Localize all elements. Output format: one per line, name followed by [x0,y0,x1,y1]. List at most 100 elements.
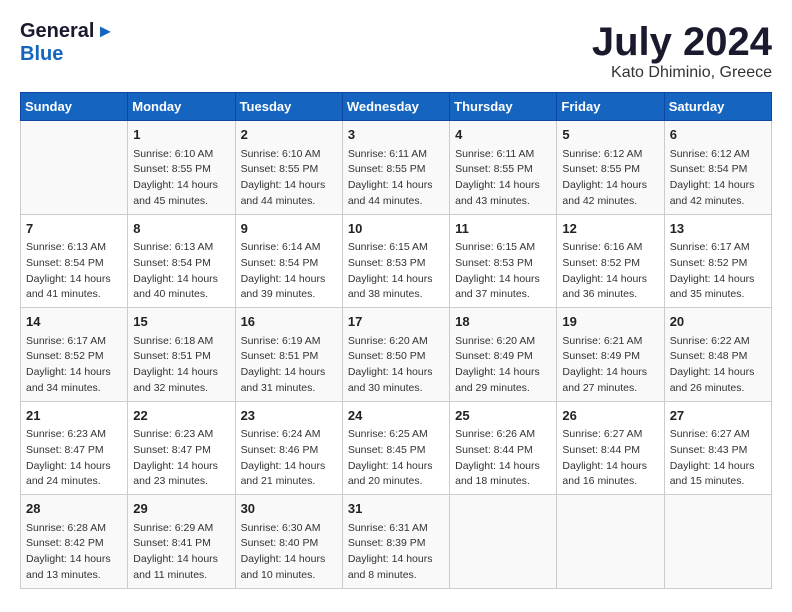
cell-text: Sunrise: 6:29 AM [133,521,229,537]
cell-text: Sunset: 8:52 PM [26,349,122,365]
calendar-cell: 23Sunrise: 6:24 AMSunset: 8:46 PMDayligh… [235,401,342,495]
cell-text: and 20 minutes. [348,474,444,490]
day-number: 13 [670,219,766,239]
cell-text: Sunset: 8:39 PM [348,536,444,552]
day-number: 27 [670,406,766,426]
cell-text: Daylight: 14 hours [348,272,444,288]
calendar-cell: 7Sunrise: 6:13 AMSunset: 8:54 PMDaylight… [21,214,128,308]
logo-general-text: General [20,20,94,43]
header-day-saturday: Saturday [664,93,771,121]
cell-text: and 44 minutes. [348,194,444,210]
cell-text: Sunrise: 6:28 AM [26,521,122,537]
cell-text: and 43 minutes. [455,194,551,210]
calendar-cell: 8Sunrise: 6:13 AMSunset: 8:54 PMDaylight… [128,214,235,308]
cell-text: and 40 minutes. [133,287,229,303]
day-number: 11 [455,219,551,239]
cell-text: Daylight: 14 hours [133,272,229,288]
cell-text: Daylight: 14 hours [455,459,551,475]
day-number: 23 [241,406,337,426]
calendar-cell [450,495,557,589]
cell-text: Sunset: 8:52 PM [562,256,658,272]
cell-text: and 32 minutes. [133,381,229,397]
cell-text: Daylight: 14 hours [133,552,229,568]
cell-text: Sunset: 8:51 PM [241,349,337,365]
cell-text: Sunset: 8:54 PM [241,256,337,272]
calendar-cell: 16Sunrise: 6:19 AMSunset: 8:51 PMDayligh… [235,308,342,402]
cell-text: Sunrise: 6:21 AM [562,334,658,350]
cell-text: Sunrise: 6:20 AM [455,334,551,350]
cell-text: Sunset: 8:40 PM [241,536,337,552]
day-number: 29 [133,499,229,519]
cell-text: and 8 minutes. [348,568,444,584]
cell-text: Sunset: 8:55 PM [455,162,551,178]
cell-text: and 31 minutes. [241,381,337,397]
day-number: 6 [670,125,766,145]
cell-text: Sunrise: 6:25 AM [348,427,444,443]
header-day-wednesday: Wednesday [342,93,449,121]
cell-text: Daylight: 14 hours [670,365,766,381]
day-number: 17 [348,312,444,332]
cell-text: Sunset: 8:52 PM [670,256,766,272]
calendar-week-5: 28Sunrise: 6:28 AMSunset: 8:42 PMDayligh… [21,495,772,589]
cell-text: and 45 minutes. [133,194,229,210]
cell-text: Sunrise: 6:16 AM [562,240,658,256]
cell-text: Sunrise: 6:23 AM [26,427,122,443]
calendar-cell [21,121,128,215]
cell-text: Sunrise: 6:27 AM [562,427,658,443]
day-number: 21 [26,406,122,426]
cell-text: Sunrise: 6:18 AM [133,334,229,350]
cell-text: Daylight: 14 hours [348,459,444,475]
cell-text: Sunrise: 6:10 AM [241,147,337,163]
cell-text: Sunrise: 6:17 AM [670,240,766,256]
calendar-cell: 17Sunrise: 6:20 AMSunset: 8:50 PMDayligh… [342,308,449,402]
calendar-cell: 21Sunrise: 6:23 AMSunset: 8:47 PMDayligh… [21,401,128,495]
cell-text: and 15 minutes. [670,474,766,490]
day-number: 15 [133,312,229,332]
cell-text: and 34 minutes. [26,381,122,397]
header-day-tuesday: Tuesday [235,93,342,121]
cell-text: Sunrise: 6:23 AM [133,427,229,443]
cell-text: Sunrise: 6:11 AM [455,147,551,163]
header-day-sunday: Sunday [21,93,128,121]
cell-text: and 29 minutes. [455,381,551,397]
calendar-cell: 19Sunrise: 6:21 AMSunset: 8:49 PMDayligh… [557,308,664,402]
calendar-cell: 31Sunrise: 6:31 AMSunset: 8:39 PMDayligh… [342,495,449,589]
cell-text: Daylight: 14 hours [670,272,766,288]
cell-text: and 36 minutes. [562,287,658,303]
calendar-cell: 2Sunrise: 6:10 AMSunset: 8:55 PMDaylight… [235,121,342,215]
cell-text: Sunrise: 6:15 AM [455,240,551,256]
cell-text: and 44 minutes. [241,194,337,210]
cell-text: Daylight: 14 hours [26,459,122,475]
cell-text: Daylight: 14 hours [562,365,658,381]
cell-text: Sunrise: 6:17 AM [26,334,122,350]
cell-text: Daylight: 14 hours [133,365,229,381]
calendar-cell: 26Sunrise: 6:27 AMSunset: 8:44 PMDayligh… [557,401,664,495]
cell-text: Sunrise: 6:12 AM [562,147,658,163]
cell-text: Sunset: 8:42 PM [26,536,122,552]
page-header: General ► Blue July 2024 Kato Dhiminio, … [20,20,772,82]
header-day-friday: Friday [557,93,664,121]
cell-text: Sunset: 8:53 PM [455,256,551,272]
calendar-cell: 9Sunrise: 6:14 AMSunset: 8:54 PMDaylight… [235,214,342,308]
calendar-cell: 11Sunrise: 6:15 AMSunset: 8:53 PMDayligh… [450,214,557,308]
calendar-cell: 25Sunrise: 6:26 AMSunset: 8:44 PMDayligh… [450,401,557,495]
calendar-cell: 18Sunrise: 6:20 AMSunset: 8:49 PMDayligh… [450,308,557,402]
cell-text: Daylight: 14 hours [455,365,551,381]
cell-text: Sunset: 8:43 PM [670,443,766,459]
cell-text: and 39 minutes. [241,287,337,303]
title-block: July 2024 Kato Dhiminio, Greece [592,20,772,82]
calendar-cell: 30Sunrise: 6:30 AMSunset: 8:40 PMDayligh… [235,495,342,589]
day-number: 25 [455,406,551,426]
cell-text: Daylight: 14 hours [348,552,444,568]
cell-text: and 35 minutes. [670,287,766,303]
cell-text: Daylight: 14 hours [241,459,337,475]
cell-text: Sunset: 8:48 PM [670,349,766,365]
cell-text: Daylight: 14 hours [26,365,122,381]
cell-text: Daylight: 14 hours [455,272,551,288]
cell-text: and 21 minutes. [241,474,337,490]
calendar-cell: 3Sunrise: 6:11 AMSunset: 8:55 PMDaylight… [342,121,449,215]
cell-text: Sunset: 8:55 PM [241,162,337,178]
cell-text: Sunrise: 6:13 AM [26,240,122,256]
cell-text: Sunset: 8:54 PM [26,256,122,272]
day-number: 20 [670,312,766,332]
